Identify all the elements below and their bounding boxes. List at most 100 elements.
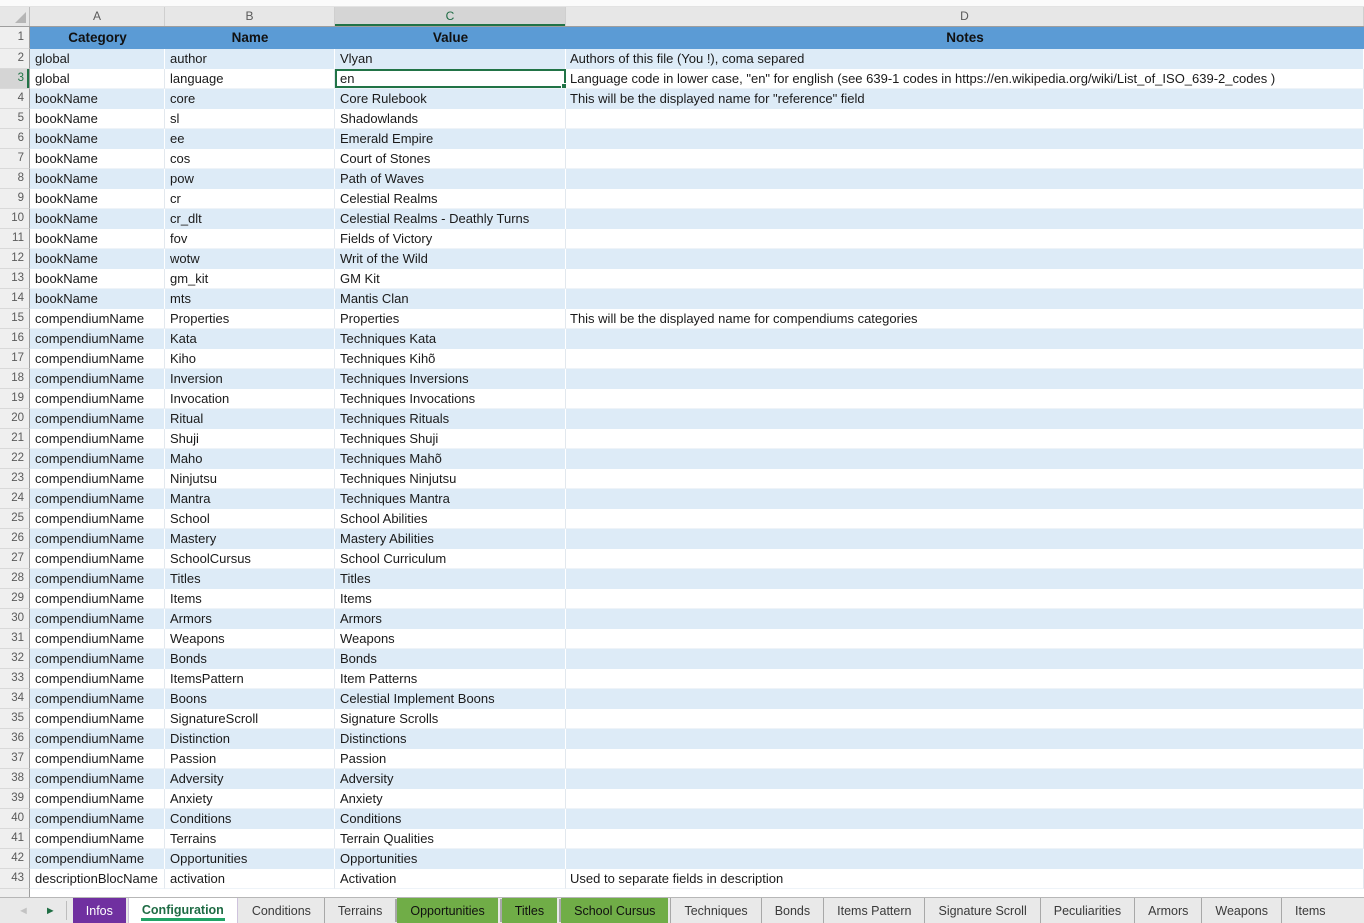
cell-value-10[interactable]: Celestial Realms - Deathly Turns <box>335 209 566 229</box>
cell-notes-19[interactable] <box>566 389 1364 409</box>
cell-category-29[interactable]: compendiumName <box>30 589 165 609</box>
row-header-6[interactable]: 6 <box>0 129 30 149</box>
row-header-22[interactable]: 22 <box>0 449 30 469</box>
sheet-tab-items-pattern[interactable]: Items Pattern <box>823 898 924 923</box>
cell-category-40[interactable]: compendiumName <box>30 809 165 829</box>
column-header-c[interactable]: C <box>335 7 566 26</box>
row-header-39[interactable]: 39 <box>0 789 30 809</box>
cell-notes-10[interactable] <box>566 209 1364 229</box>
cell-name-20[interactable]: Ritual <box>165 409 335 429</box>
cell-category-23[interactable]: compendiumName <box>30 469 165 489</box>
cell-value-31[interactable]: Weapons <box>335 629 566 649</box>
row-header-40[interactable]: 40 <box>0 809 30 829</box>
cell-category-24[interactable]: compendiumName <box>30 489 165 509</box>
cell-value-9[interactable]: Celestial Realms <box>335 189 566 209</box>
row-header-15[interactable]: 15 <box>0 309 30 329</box>
row-header-32[interactable]: 32 <box>0 649 30 669</box>
cell-value-39[interactable]: Anxiety <box>335 789 566 809</box>
cell-notes-9[interactable] <box>566 189 1364 209</box>
row-header-8[interactable]: 8 <box>0 169 30 189</box>
cell-notes-2[interactable]: Authors of this file (You !), coma separ… <box>566 49 1364 69</box>
cell-category-13[interactable]: bookName <box>30 269 165 289</box>
cell-name-7[interactable]: cos <box>165 149 335 169</box>
cell-name-34[interactable]: Boons <box>165 689 335 709</box>
cell-name-42[interactable]: Opportunities <box>165 849 335 869</box>
row-header-12[interactable]: 12 <box>0 249 30 269</box>
cell-value-15[interactable]: Properties <box>335 309 566 329</box>
cell-notes-22[interactable] <box>566 449 1364 469</box>
cell-name-3[interactable]: language <box>165 69 335 89</box>
cell-name-13[interactable]: gm_kit <box>165 269 335 289</box>
cell-notes-29[interactable] <box>566 589 1364 609</box>
cell-name-39[interactable]: Anxiety <box>165 789 335 809</box>
cell-value-7[interactable]: Court of Stones <box>335 149 566 169</box>
cell-notes-38[interactable] <box>566 769 1364 789</box>
cell-category-15[interactable]: compendiumName <box>30 309 165 329</box>
cell-notes-17[interactable] <box>566 349 1364 369</box>
cell-value-28[interactable]: Titles <box>335 569 566 589</box>
cell-category-37[interactable]: compendiumName <box>30 749 165 769</box>
cell-notes-30[interactable] <box>566 609 1364 629</box>
cell-name-9[interactable]: cr <box>165 189 335 209</box>
row-header-20[interactable]: 20 <box>0 409 30 429</box>
cell-value-5[interactable]: Shadowlands <box>335 109 566 129</box>
row-header-17[interactable]: 17 <box>0 349 30 369</box>
cell-name-8[interactable]: pow <box>165 169 335 189</box>
cell-value-36[interactable]: Distinctions <box>335 729 566 749</box>
cell-name-35[interactable]: SignatureScroll <box>165 709 335 729</box>
cell-name-21[interactable]: Shuji <box>165 429 335 449</box>
sheet-tab-items[interactable]: Items <box>1281 898 1339 923</box>
cell-name-32[interactable]: Bonds <box>165 649 335 669</box>
row-header-2[interactable]: 2 <box>0 49 30 69</box>
sheet-tab-opportunities[interactable]: Opportunities <box>397 898 497 923</box>
cell-category-33[interactable]: compendiumName <box>30 669 165 689</box>
cell-category-27[interactable]: compendiumName <box>30 549 165 569</box>
cell-name-16[interactable]: Kata <box>165 329 335 349</box>
row-header-31[interactable]: 31 <box>0 629 30 649</box>
column-title-name[interactable]: Name <box>165 27 335 49</box>
cell-notes-18[interactable] <box>566 369 1364 389</box>
cell-value-6[interactable]: Emerald Empire <box>335 129 566 149</box>
cell-category-7[interactable]: bookName <box>30 149 165 169</box>
row-header-10[interactable]: 10 <box>0 209 30 229</box>
row-header-34[interactable]: 34 <box>0 689 30 709</box>
cell-category-8[interactable]: bookName <box>30 169 165 189</box>
sheet-nav-right-icon[interactable]: ► <box>45 905 56 917</box>
cell-notes-41[interactable] <box>566 829 1364 849</box>
cell-name-43[interactable]: activation <box>165 869 335 889</box>
sheet-tab-configuration[interactable]: Configuration <box>129 898 237 923</box>
cell-value-21[interactable]: Techniques Shuji <box>335 429 566 449</box>
cell-value-33[interactable]: Item Patterns <box>335 669 566 689</box>
cell-category-39[interactable]: compendiumName <box>30 789 165 809</box>
row-header-35[interactable]: 35 <box>0 709 30 729</box>
row-header-5[interactable]: 5 <box>0 109 30 129</box>
cell-name-10[interactable]: cr_dlt <box>165 209 335 229</box>
cell-notes-39[interactable] <box>566 789 1364 809</box>
cell-value-18[interactable]: Techniques Inversions <box>335 369 566 389</box>
cell-name-15[interactable]: Properties <box>165 309 335 329</box>
row-header-24[interactable]: 24 <box>0 489 30 509</box>
row-header-29[interactable]: 29 <box>0 589 30 609</box>
cell-notes-21[interactable] <box>566 429 1364 449</box>
column-title-notes[interactable]: Notes <box>566 27 1364 49</box>
row-header-3[interactable]: 3 <box>0 69 30 89</box>
row-header-11[interactable]: 11 <box>0 229 30 249</box>
row-header-16[interactable]: 16 <box>0 329 30 349</box>
sheet-tab-bonds[interactable]: Bonds <box>761 898 823 923</box>
row-header-27[interactable]: 27 <box>0 549 30 569</box>
cell-category-10[interactable]: bookName <box>30 209 165 229</box>
row-header-26[interactable]: 26 <box>0 529 30 549</box>
cell-value-35[interactable]: Signature Scrolls <box>335 709 566 729</box>
cell-category-18[interactable]: compendiumName <box>30 369 165 389</box>
column-title-category[interactable]: Category <box>30 27 165 49</box>
sheet-tab-titles[interactable]: Titles <box>502 898 557 923</box>
cell-category-35[interactable]: compendiumName <box>30 709 165 729</box>
cell-notes-43[interactable]: Used to separate fields in description <box>566 869 1364 889</box>
cell-name-31[interactable]: Weapons <box>165 629 335 649</box>
cell-notes-25[interactable] <box>566 509 1364 529</box>
column-header-d[interactable]: D <box>566 7 1364 26</box>
cell-category-28[interactable]: compendiumName <box>30 569 165 589</box>
cell-notes-37[interactable] <box>566 749 1364 769</box>
cell-name-28[interactable]: Titles <box>165 569 335 589</box>
cell-category-11[interactable]: bookName <box>30 229 165 249</box>
